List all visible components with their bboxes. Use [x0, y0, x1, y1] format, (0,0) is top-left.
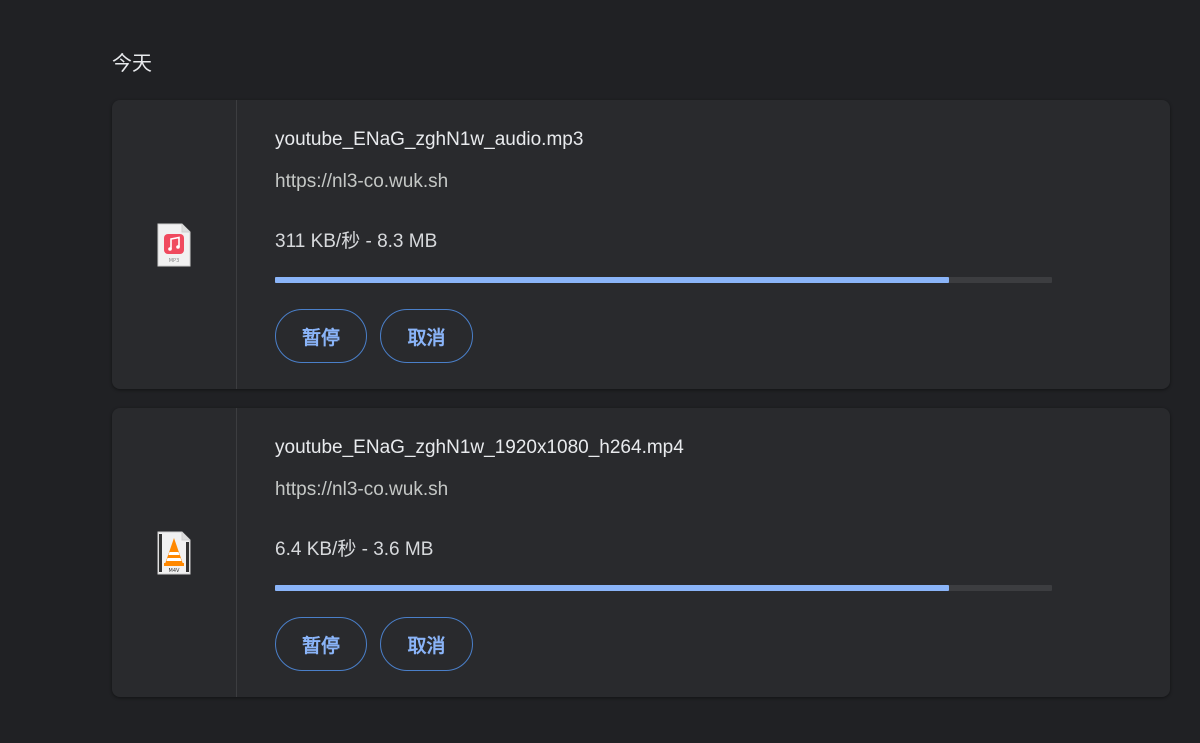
- pause-button[interactable]: 暂停: [275, 617, 367, 671]
- downloads-page: 今天 MP3 youtube_ENaG_zghN1w_audio.mp3 htt…: [0, 0, 1200, 743]
- section-title-today: 今天: [112, 51, 152, 75]
- download-status: 311 KB/秒 - 8.3 MB: [275, 231, 438, 252]
- file-icon-column: MP3: [112, 100, 237, 389]
- mp3-music-file-icon[interactable]: MP3: [156, 222, 192, 268]
- download-item: MP3 youtube_ENaG_zghN1w_audio.mp3 https:…: [112, 100, 1170, 389]
- download-status: 6.4 KB/秒 - 3.6 MB: [275, 539, 434, 560]
- file-name-link[interactable]: youtube_ENaG_zghN1w_1920x1080_h264.mp4: [275, 437, 684, 459]
- download-details: youtube_ENaG_zghN1w_audio.mp3 https://nl…: [275, 100, 1135, 389]
- file-type-label: M4V: [169, 568, 180, 574]
- source-url[interactable]: https://nl3-co.wuk.sh: [275, 479, 448, 501]
- progress-bar: [275, 277, 1052, 283]
- m4v-vlc-video-file-icon[interactable]: M4V: [156, 530, 192, 576]
- progress-bar-fill: [275, 585, 949, 591]
- source-url[interactable]: https://nl3-co.wuk.sh: [275, 171, 448, 193]
- file-icon-column: M4V: [112, 408, 237, 697]
- download-item: M4V youtube_ENaG_zghN1w_1920x1080_h264.m…: [112, 408, 1170, 697]
- progress-bar-fill: [275, 277, 949, 283]
- file-name-link[interactable]: youtube_ENaG_zghN1w_audio.mp3: [275, 129, 583, 151]
- cancel-button[interactable]: 取消: [380, 309, 473, 363]
- cancel-button[interactable]: 取消: [380, 617, 473, 671]
- progress-bar: [275, 585, 1052, 591]
- file-type-label: MP3: [169, 258, 180, 264]
- pause-button[interactable]: 暂停: [275, 309, 367, 363]
- download-details: youtube_ENaG_zghN1w_1920x1080_h264.mp4 h…: [275, 408, 1135, 697]
